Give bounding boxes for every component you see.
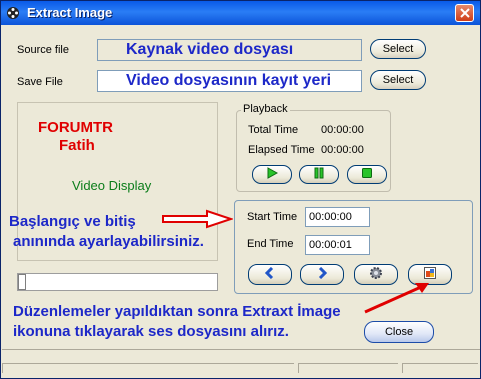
source-file-label: Source file [17,44,69,56]
annotation-forumtr: FORUMTR [38,119,113,136]
film-reel-icon [5,5,21,21]
seek-slider-thumb[interactable] [18,274,26,290]
playback-legend: Playback [241,103,290,115]
play-icon [266,167,279,182]
annotation-extract-line1: Düzenlemeler yapıldıktan sonra Extraxt İ… [13,303,341,320]
annotation-extract-line2: ikonuna tıklayarak ses dosyasını alırız. [13,323,289,340]
save-file-input[interactable]: Video dosyasının kayıt yeri [97,70,362,92]
elapsed-time-label: Elapsed Time [248,144,315,156]
end-time-value: 00:00:01 [309,239,352,251]
total-time-value: 00:00:00 [321,124,364,136]
save-file-label: Save File [17,76,63,88]
start-time-label: Start Time [247,211,298,223]
seek-slider[interactable] [17,273,218,291]
play-button[interactable] [252,165,292,184]
forward-button[interactable] [300,264,344,285]
status-bar [2,349,480,378]
annotation-fatih: Fatih [59,137,95,154]
rewind-icon [264,266,276,282]
annotation-time-line1: Başlangıç ve bitiş [9,213,136,230]
status-divider [2,349,480,350]
pause-button[interactable] [299,165,339,184]
elapsed-time-value: 00:00:00 [321,144,364,156]
status-cell-2 [298,363,398,373]
end-time-input[interactable]: 00:00:01 [305,235,370,255]
save-file-value: Video dosyasının kayıt yeri [126,72,332,89]
status-cell-1 [2,363,294,373]
close-button[interactable]: Close [364,321,434,343]
close-x-icon[interactable] [455,4,474,22]
rewind-button[interactable] [248,264,292,285]
annotation-time-line2: anınında ayarlayabilirsiniz. [13,233,204,250]
arrow-to-time-fields [162,209,233,229]
source-select-button[interactable]: Select [370,39,426,59]
total-time-label: Total Time [248,124,299,136]
extract-image-window: Extract Image Source file Kaynak video d… [0,0,481,379]
end-time-label: End Time [247,238,294,250]
window-title: Extract Image [27,5,113,20]
pause-icon [313,167,325,182]
stop-button[interactable] [347,165,387,184]
start-time-input[interactable]: 00:00:00 [305,207,370,227]
stop-icon [361,167,373,182]
video-display-label: Video Display [72,178,152,193]
save-select-button[interactable]: Select [370,70,426,90]
forward-icon [316,266,328,282]
status-cell-3 [402,363,478,373]
arrow-to-extract-button [364,283,429,314]
source-file-value: Kaynak video dosyası [126,41,294,58]
source-file-input[interactable]: Kaynak video dosyası [97,39,362,61]
start-time-value: 00:00:00 [309,211,352,223]
title-bar[interactable]: Extract Image [1,1,480,25]
